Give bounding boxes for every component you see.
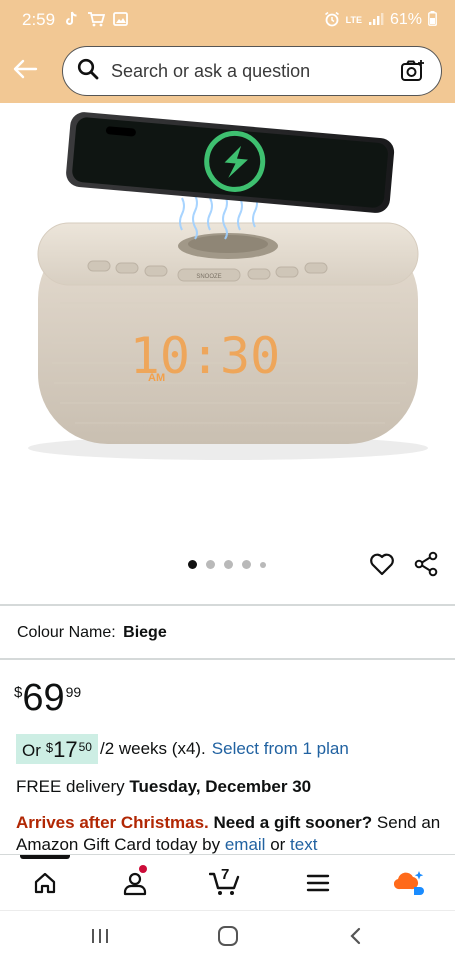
email-link[interactable]: email: [225, 835, 266, 854]
home-system-button[interactable]: [213, 923, 243, 949]
wishlist-button[interactable]: [368, 550, 396, 578]
colour-row: Colour Name: Biege: [17, 624, 167, 642]
home-circle-icon: [218, 926, 238, 946]
cart-count: 7: [221, 866, 230, 883]
image-icon: [113, 11, 128, 29]
arrow-left-icon: [13, 59, 38, 79]
back-system-button[interactable]: [341, 923, 371, 949]
lte-icon: LTE: [345, 14, 362, 25]
battery-icon: [428, 11, 437, 29]
or-text: or: [270, 835, 286, 854]
delivery-prefix: FREE delivery: [16, 777, 125, 796]
camera-search-button[interactable]: [399, 57, 427, 85]
product-image[interactable]: SNOOZE 10:30 AM: [0, 103, 455, 543]
tiktok-icon: [65, 11, 79, 30]
active-tab-indicator: [20, 855, 70, 859]
gift-question: Need a gift sooner?: [213, 813, 373, 832]
share-button[interactable]: [412, 550, 440, 578]
notification-dot: [139, 865, 147, 873]
snooze-label: SNOOZE: [196, 274, 221, 280]
nav-rufus[interactable]: [392, 865, 428, 901]
divider: [0, 658, 455, 660]
delivery-date: Tuesday, December 30: [129, 777, 312, 796]
carousel-dot[interactable]: [260, 561, 266, 568]
menu-icon: [306, 874, 330, 892]
account-icon: [123, 872, 147, 896]
search-input[interactable]: Search or ask a question: [111, 61, 310, 82]
price-fraction: 99: [65, 684, 82, 700]
home-icon: [34, 872, 56, 894]
nav-home[interactable]: [27, 865, 63, 901]
installment-terms: /2 weeks (x4).: [99, 739, 206, 758]
bottom-nav: 7: [0, 854, 455, 910]
battery-percent: 61%: [389, 11, 422, 28]
installment-price-badge: Or $ 17 50: [16, 734, 98, 764]
product-illustration: SNOOZE 10:30 AM: [28, 112, 428, 460]
back-chevron-icon: [350, 927, 361, 945]
select-plan-link[interactable]: Select from 1 plan: [212, 739, 349, 759]
text-link[interactable]: text: [290, 835, 317, 854]
recent-apps-button[interactable]: [85, 923, 115, 949]
carousel-dot[interactable]: [188, 560, 197, 569]
price: $ 69 99: [14, 678, 81, 718]
back-button[interactable]: [10, 54, 40, 84]
installment-symbol: $: [45, 740, 54, 755]
carousel-dot[interactable]: [242, 560, 251, 569]
price-symbol: $: [14, 684, 23, 701]
rufus-icon: [394, 871, 424, 895]
clock-am: AM: [148, 372, 165, 384]
arrives-warning: Arrives after Christmas.: [16, 813, 209, 832]
recent-apps-icon: [92, 929, 108, 943]
alarm-icon: [324, 11, 340, 30]
camera-sparkle-icon: [401, 60, 424, 81]
nav-cart[interactable]: 7: [207, 865, 243, 901]
heart-icon: [370, 553, 394, 576]
colour-label: Colour Name:: [17, 624, 116, 641]
carousel-dot[interactable]: [206, 560, 215, 569]
status-bar: 2:59 LTE 61%: [0, 0, 455, 40]
installment-whole: 17: [53, 737, 78, 762]
installment-row: Or $ 17 50 /2 weeks (x4). Select from 1 …: [16, 734, 349, 764]
arrives-notice: Arrives after Christmas. Need a gift soo…: [16, 812, 446, 856]
cart-notify-icon: [87, 11, 106, 30]
signal-icon: [368, 12, 384, 29]
carousel-dot[interactable]: [224, 560, 233, 569]
image-carousel-dots[interactable]: [188, 560, 266, 569]
divider: [0, 604, 455, 606]
nav-account[interactable]: [117, 865, 153, 901]
nav-menu[interactable]: [300, 865, 336, 901]
status-time: 2:59: [22, 10, 56, 29]
price-whole: 69: [22, 677, 65, 719]
installment-prefix: Or: [22, 741, 41, 760]
colour-value: Biege: [123, 624, 167, 641]
search-bar[interactable]: Search or ask a question: [62, 46, 442, 96]
delivery-info: FREE delivery Tuesday, December 30: [16, 777, 311, 797]
installment-fraction: 50: [78, 740, 92, 754]
search-icon: [77, 58, 99, 85]
system-nav-bar: [0, 910, 455, 960]
share-icon: [414, 551, 438, 577]
